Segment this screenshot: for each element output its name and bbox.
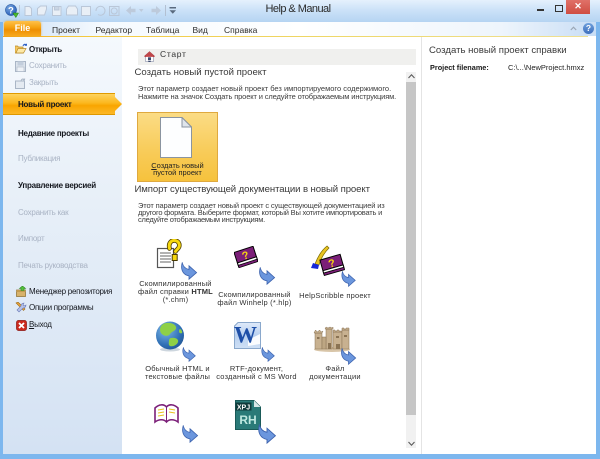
svg-text:XPJ: XPJ [237, 405, 250, 412]
svg-text:RH: RH [239, 413, 256, 427]
svg-text:W: W [234, 323, 257, 348]
svg-text:?: ? [8, 5, 14, 16]
